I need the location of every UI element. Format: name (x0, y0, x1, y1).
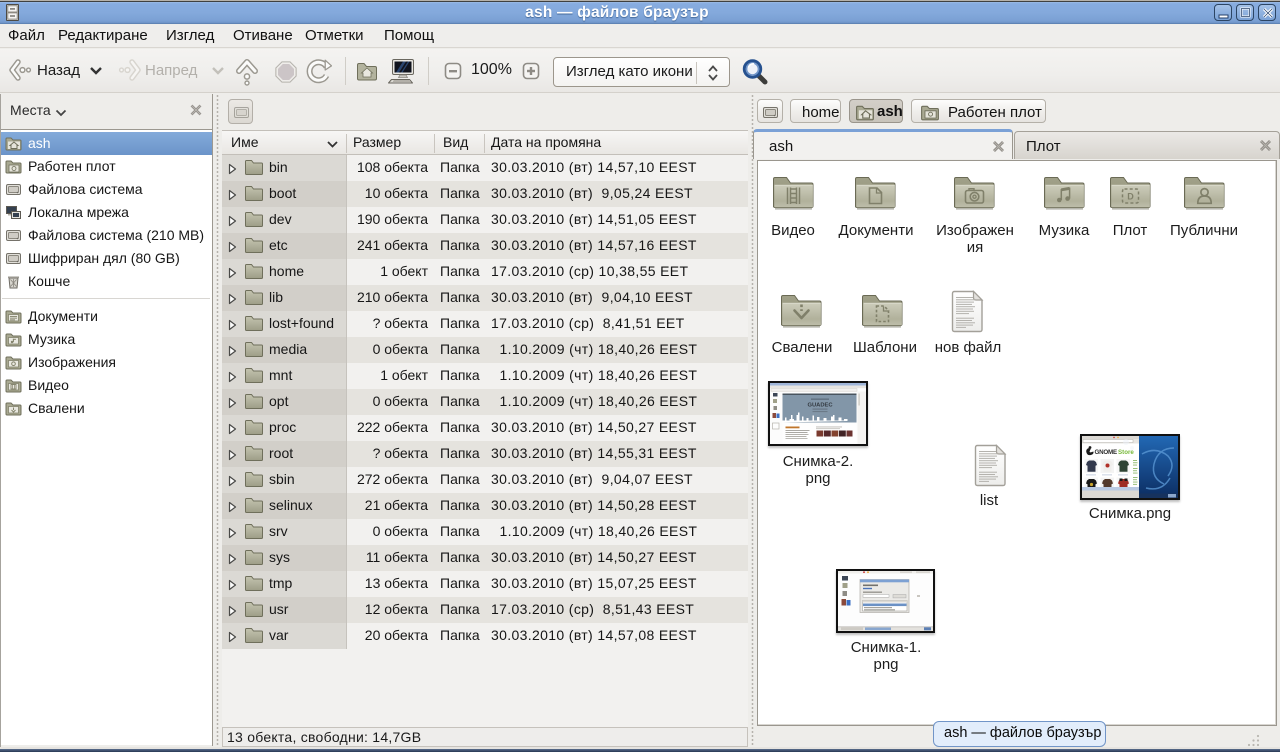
svg-text:D: D (1127, 192, 1134, 202)
svg-text:GUADEC: GUADEC (807, 403, 833, 409)
svg-text:Store: Store (1118, 449, 1134, 456)
svg-text:GNOME: GNOME (1095, 449, 1117, 456)
